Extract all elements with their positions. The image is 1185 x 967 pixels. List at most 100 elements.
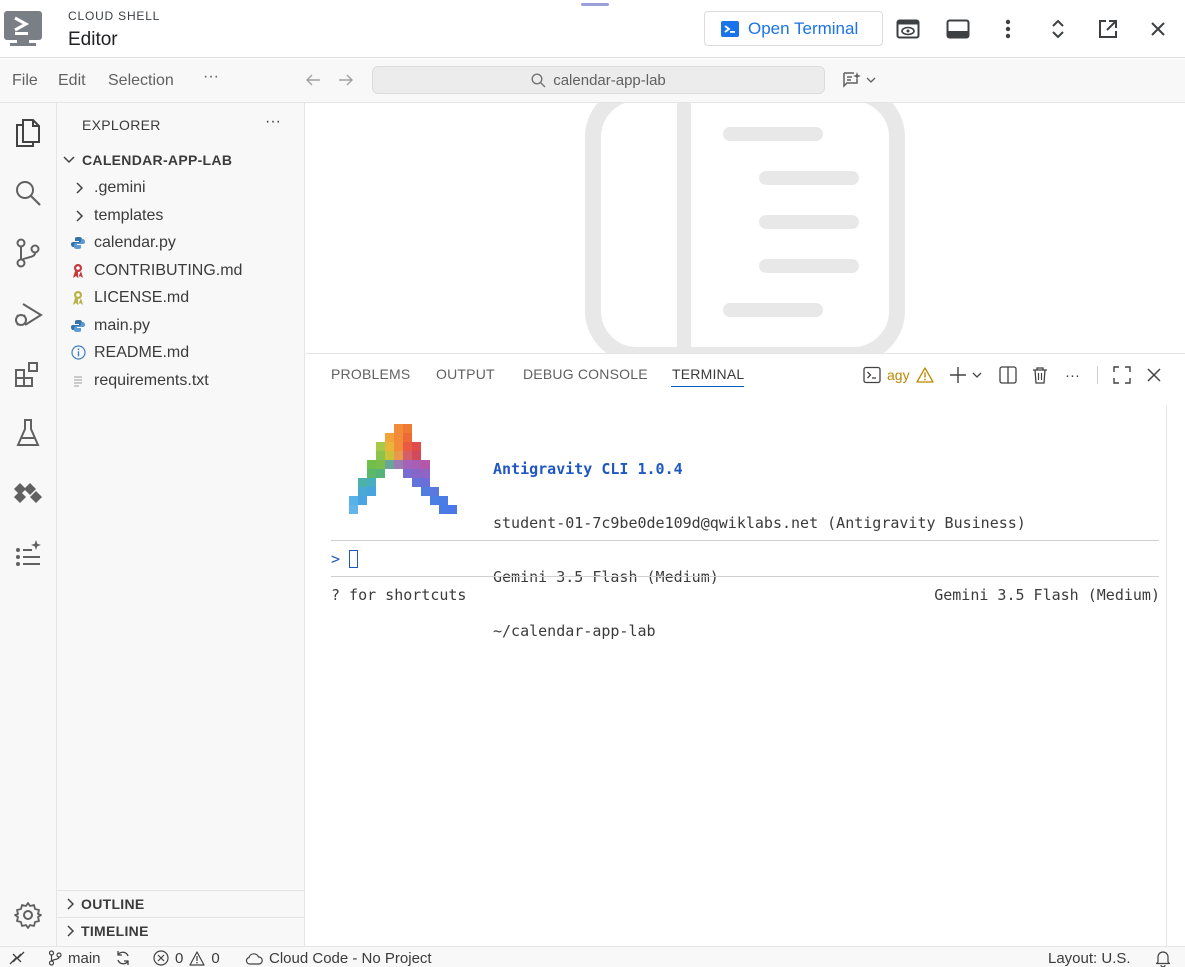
task-list-sparkle-icon[interactable] — [12, 537, 44, 569]
terminal-path: ~/calendar-app-lab — [493, 622, 656, 640]
tree-label: README.md — [94, 343, 190, 361]
outline-section[interactable]: OUTLINE — [57, 890, 305, 917]
keyboard-layout-status[interactable]: Layout: U.S. — [1048, 949, 1131, 967]
tree-folder-gemini[interactable]: .gemini — [57, 174, 305, 201]
more-vert-icon[interactable] — [993, 14, 1023, 44]
close-panel-icon[interactable] — [1147, 364, 1161, 386]
text-file-icon — [70, 373, 86, 389]
forward-arrow-icon[interactable] — [338, 73, 354, 87]
terminal-scrollbar[interactable] — [1166, 406, 1167, 947]
extensions-icon[interactable] — [12, 358, 44, 390]
logo-pixel — [412, 469, 421, 478]
menu-bar: File Edit Selection ··· calendar-app-lab — [0, 59, 1185, 103]
trash-icon[interactable] — [1032, 364, 1048, 386]
search-icon[interactable] — [12, 177, 44, 209]
chevron-right-icon — [74, 209, 90, 223]
new-terminal-button[interactable] — [949, 364, 982, 386]
logo-pixel — [412, 451, 421, 460]
logo-pixel — [376, 460, 385, 469]
source-control-icon[interactable] — [12, 237, 44, 269]
maximize-panel-icon[interactable] — [1113, 364, 1131, 386]
timeline-label: TIMELINE — [81, 923, 149, 939]
open-terminal-button[interactable]: Open Terminal — [704, 11, 883, 46]
cloud-code-status[interactable]: Cloud Code - No Project — [245, 949, 432, 967]
back-arrow-icon[interactable] — [305, 73, 321, 87]
chevron-down-icon — [62, 155, 76, 165]
error-icon — [153, 950, 169, 966]
tab-debug-console[interactable]: DEBUG CONSOLE — [523, 366, 648, 382]
git-branch-icon — [48, 950, 62, 966]
chat-sparkle-icon — [842, 71, 862, 89]
cloud-icon — [245, 952, 263, 965]
logo-pixel — [403, 424, 412, 433]
terminal-account: student-01-7c9be0de109d@qwiklabs.net (An… — [493, 514, 1026, 532]
expand-collapse-icon[interactable] — [1043, 14, 1073, 44]
logo-pixel — [448, 505, 457, 514]
warning-icon — [189, 950, 205, 966]
close-icon[interactable] — [1143, 14, 1173, 44]
warning-icon — [915, 367, 934, 383]
terminal-prompt-icon — [863, 366, 881, 384]
plus-icon — [949, 366, 967, 384]
logo-pixel — [430, 496, 439, 505]
tree-file-readme[interactable]: README.md — [57, 339, 305, 366]
command-center-search[interactable]: calendar-app-lab — [372, 66, 825, 94]
panel-more-icon[interactable]: ··· — [1065, 364, 1080, 386]
logo-pixel — [367, 487, 376, 496]
editor-area[interactable] — [306, 103, 1185, 353]
resize-handle[interactable] — [581, 3, 609, 6]
menu-selection[interactable]: Selection — [108, 72, 174, 90]
open-new-window-icon[interactable] — [1093, 14, 1123, 44]
notifications-bell-icon[interactable] — [1155, 949, 1171, 967]
explorer-icon[interactable] — [12, 117, 44, 149]
explorer-more-icon[interactable]: ··· — [265, 113, 281, 131]
branch-status[interactable]: main — [48, 949, 101, 967]
logo-pixel — [385, 451, 394, 460]
chat-menu-button[interactable] — [842, 71, 876, 89]
cloud-code-icon[interactable] — [12, 477, 44, 509]
tab-terminal[interactable]: TERMINAL — [672, 366, 744, 382]
timeline-section[interactable]: TIMELINE — [57, 917, 305, 944]
tree-folder-templates[interactable]: templates — [57, 202, 305, 229]
menu-file[interactable]: File — [12, 72, 38, 90]
chevron-down-icon — [972, 371, 982, 379]
chevron-right-icon — [65, 924, 75, 938]
status-bar: main 0 0 Cloud Code - No Project Layout:… — [0, 946, 1185, 967]
logo-pixel — [412, 442, 421, 451]
menu-edit[interactable]: Edit — [58, 72, 86, 90]
info-icon — [70, 345, 86, 361]
logo-pixel — [376, 469, 385, 478]
logo-pixel — [394, 460, 403, 469]
logo-pixel — [394, 442, 403, 451]
run-debug-icon[interactable] — [12, 299, 44, 331]
terminal-hint: ? for shortcuts — [331, 586, 467, 604]
testing-flask-icon[interactable] — [12, 417, 44, 449]
sync-icon[interactable] — [115, 949, 131, 967]
terminal-input-line[interactable]: > — [331, 550, 359, 568]
ribbon-red-icon — [70, 263, 86, 279]
tree-file-requirements[interactable]: requirements.txt — [57, 367, 305, 394]
tree-file-license[interactable]: LICENSE.md — [57, 284, 305, 311]
logo-pixel — [403, 433, 412, 442]
root-folder[interactable]: CALENDAR-APP-LAB — [62, 152, 232, 168]
tree-file-contributing[interactable]: CONTRIBUTING.md — [57, 257, 305, 284]
explorer-heading: EXPLORER — [82, 117, 161, 133]
menu-more-icon[interactable]: ··· — [203, 68, 219, 86]
settings-gear-icon[interactable] — [12, 899, 44, 931]
remote-indicator-icon[interactable] — [9, 949, 25, 967]
tree-label: templates — [94, 206, 164, 224]
tab-problems[interactable]: PROBLEMS — [331, 366, 410, 382]
problems-status[interactable]: 0 0 — [153, 949, 220, 967]
split-terminal-icon[interactable] — [999, 364, 1017, 386]
antigravity-logo-icon — [349, 424, 457, 514]
python-file-icon — [70, 235, 86, 251]
logo-pixel — [412, 460, 421, 469]
tree-file-main-py[interactable]: main.py — [57, 312, 305, 339]
logo-pixel — [367, 460, 376, 469]
toggle-panel-icon[interactable] — [943, 14, 973, 44]
tab-output[interactable]: OUTPUT — [436, 366, 495, 382]
tree-label: main.py — [94, 316, 151, 334]
web-preview-icon[interactable] — [893, 14, 923, 44]
terminal-instance[interactable]: agy — [863, 364, 934, 386]
tree-file-calendar-py[interactable]: calendar.py — [57, 229, 305, 256]
